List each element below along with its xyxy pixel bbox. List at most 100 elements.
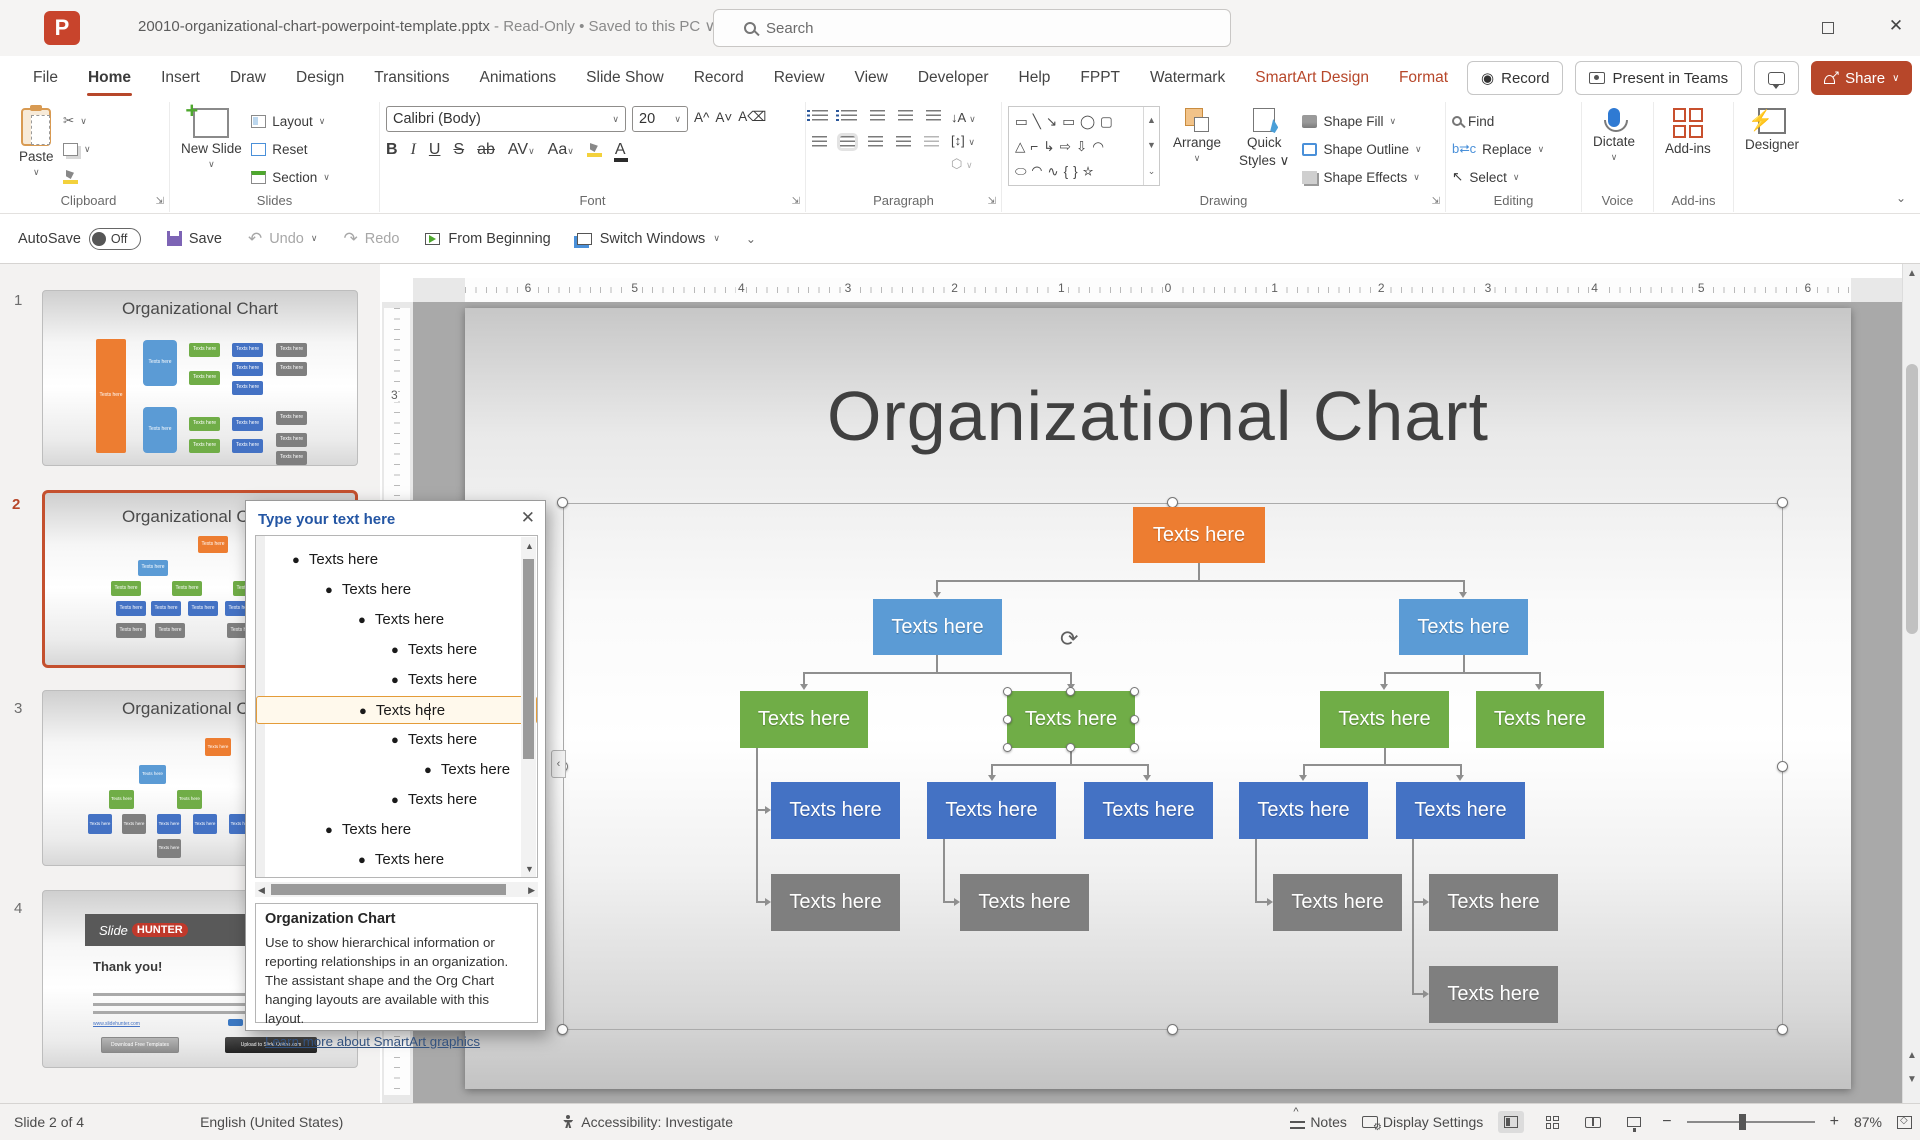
text-pane-list[interactable]: ●Texts here ●Texts here ●Texts here ●Tex…	[255, 535, 538, 878]
align-center-button[interactable]	[840, 136, 855, 148]
underline-button[interactable]: U	[429, 141, 441, 159]
shape-fill-button[interactable]: Shape Fill∨	[1302, 110, 1421, 132]
resize-handle[interactable]	[1167, 1024, 1178, 1035]
font-dialog-launcher-icon[interactable]: ⇲	[792, 196, 800, 207]
strikethrough-button[interactable]: S	[453, 141, 464, 159]
align-text-button[interactable]: [↕] ∨	[951, 133, 976, 148]
org-node-selected[interactable]: Texts here	[1007, 691, 1135, 748]
slide-title[interactable]: Organizational Chart	[465, 376, 1851, 456]
quick-styles-button[interactable]: QuickStyles ∨	[1234, 106, 1294, 188]
resize-handle[interactable]	[557, 1024, 568, 1035]
resize-handle[interactable]	[1777, 761, 1788, 772]
zoom-in-button[interactable]: +	[1830, 1113, 1839, 1131]
tab-draw[interactable]: Draw	[219, 63, 277, 93]
shape-effects-button[interactable]: Shape Effects∨	[1302, 166, 1421, 188]
arrange-button[interactable]: Arrange∨	[1168, 106, 1226, 188]
designer-button[interactable]: Designer	[1740, 106, 1804, 154]
org-node[interactable]: Texts here	[873, 599, 1002, 655]
tab-review[interactable]: Review	[763, 63, 836, 93]
fit-slide-to-window-icon[interactable]	[1897, 1116, 1912, 1129]
share-button[interactable]: Share ∨	[1811, 61, 1912, 95]
org-node[interactable]: Texts here	[740, 691, 868, 748]
align-left-button[interactable]	[812, 136, 827, 148]
text-pane-item-selected[interactable]: ●Texts here	[256, 696, 537, 724]
line-spacing-button[interactable]	[926, 110, 941, 122]
org-node[interactable]: Texts here	[960, 874, 1089, 931]
zoom-out-button[interactable]: −	[1662, 1113, 1671, 1131]
zoom-slider-thumb[interactable]	[1739, 1114, 1746, 1130]
dictate-button[interactable]: Dictate∨	[1588, 106, 1640, 165]
rotate-handle-icon[interactable]: ⟳	[1060, 626, 1078, 652]
shape-resize-handle[interactable]	[1003, 743, 1012, 752]
org-node[interactable]: Texts here	[1320, 691, 1449, 748]
smartart-selection-frame[interactable]	[563, 503, 1783, 1030]
text-highlight-color-button[interactable]	[587, 143, 602, 157]
org-node[interactable]: Texts here	[1084, 782, 1213, 839]
justify-button[interactable]	[896, 136, 911, 148]
language-status[interactable]: English (United States)	[186, 1114, 357, 1130]
switch-windows-button[interactable]: Switch Windows∨	[577, 231, 720, 247]
drawing-dialog-launcher-icon[interactable]: ⇲	[1432, 196, 1440, 207]
resize-handle[interactable]	[1777, 497, 1788, 508]
copy-button[interactable]: ∨	[63, 138, 91, 160]
display-settings-button[interactable]: Display Settings	[1362, 1114, 1483, 1130]
org-node[interactable]: Texts here	[1396, 782, 1525, 839]
increase-indent-button[interactable]	[898, 110, 913, 122]
font-color-button[interactable]: A	[615, 141, 626, 159]
tab-file[interactable]: File	[22, 63, 69, 93]
bold-button[interactable]: B	[386, 141, 398, 159]
shape-resize-handle[interactable]	[1130, 743, 1139, 752]
shapes-gallery[interactable]: ▭╲↘▭◯▢ △⌐↳⇨⇩◠ ⬭◠∿{}☆ ▲▼⌄	[1008, 106, 1160, 186]
shrink-font-button[interactable]: A˅	[715, 106, 732, 128]
org-node[interactable]: Texts here	[1399, 599, 1528, 655]
tab-format[interactable]: Format	[1388, 63, 1459, 93]
cut-button[interactable]: ✂∨	[63, 110, 91, 132]
tab-home[interactable]: Home	[77, 63, 142, 93]
present-in-teams-button[interactable]: Present in Teams	[1575, 61, 1742, 95]
slide-canvas[interactable]: Organizational Chart ‹	[465, 308, 1851, 1089]
powerpoint-logo-icon[interactable]: P	[44, 11, 80, 45]
org-node-root[interactable]: Texts here	[1133, 507, 1265, 563]
grow-font-button[interactable]: A^	[694, 106, 709, 128]
search-input[interactable]: Search	[713, 9, 1231, 47]
slide-show-button[interactable]	[1621, 1111, 1647, 1133]
scroll-up-icon[interactable]: ▲	[1903, 268, 1920, 279]
zoom-level[interactable]: 87%	[1854, 1114, 1882, 1130]
save-button[interactable]: Save	[167, 231, 222, 247]
tab-record[interactable]: Record	[683, 63, 755, 93]
text-direction-button[interactable]: ↓A ∨	[951, 110, 976, 125]
org-node[interactable]: Texts here	[1429, 874, 1558, 931]
columns-button[interactable]	[924, 136, 939, 148]
normal-view-button[interactable]	[1498, 1111, 1524, 1133]
find-button[interactable]: Find	[1452, 110, 1544, 132]
shape-resize-handle[interactable]	[1130, 715, 1139, 724]
tab-smartart-design[interactable]: SmartArt Design	[1244, 63, 1380, 93]
shapes-gallery-scroll[interactable]: ▲▼⌄	[1143, 107, 1159, 185]
next-slide-icon[interactable]: ▼	[1903, 1074, 1920, 1085]
previous-slide-icon[interactable]: ▲	[1903, 1050, 1920, 1061]
org-node[interactable]: Texts here	[771, 782, 900, 839]
tab-watermark[interactable]: Watermark	[1139, 63, 1236, 93]
scrollbar-thumb[interactable]	[1906, 364, 1918, 634]
from-beginning-button[interactable]: From Beginning	[425, 231, 550, 247]
format-painter-button[interactable]	[63, 166, 91, 188]
change-case-button[interactable]: Aa∨	[548, 141, 574, 159]
collapse-ribbon-icon[interactable]: ⌄	[1896, 191, 1906, 205]
font-name-select[interactable]: Calibri (Body)∨	[386, 106, 626, 132]
vertical-scrollbar[interactable]: ▲ ▲ ▼	[1902, 264, 1920, 1103]
select-button[interactable]: ↖Select∨	[1452, 166, 1544, 188]
comments-button[interactable]	[1754, 61, 1799, 95]
accessibility-status[interactable]: Accessibility: Investigate	[547, 1114, 747, 1130]
convert-to-smartart-button[interactable]: ⬡ ∨	[951, 156, 976, 172]
bullets-button[interactable]	[812, 110, 828, 122]
tab-transitions[interactable]: Transitions	[363, 63, 460, 93]
close-icon[interactable]: ✕	[521, 508, 535, 528]
tab-slide-show[interactable]: Slide Show	[575, 63, 675, 93]
resize-handle[interactable]	[557, 497, 568, 508]
text-pane-vertical-scrollbar[interactable]: ▲ ▼	[521, 537, 536, 878]
restore-window-icon[interactable]	[1822, 22, 1834, 34]
text-pane-horizontal-scrollbar[interactable]: ◀ ▶	[255, 882, 538, 897]
scrollbar-thumb[interactable]	[523, 559, 534, 759]
italic-button[interactable]: I	[411, 141, 416, 159]
org-node[interactable]: Texts here	[771, 874, 900, 931]
